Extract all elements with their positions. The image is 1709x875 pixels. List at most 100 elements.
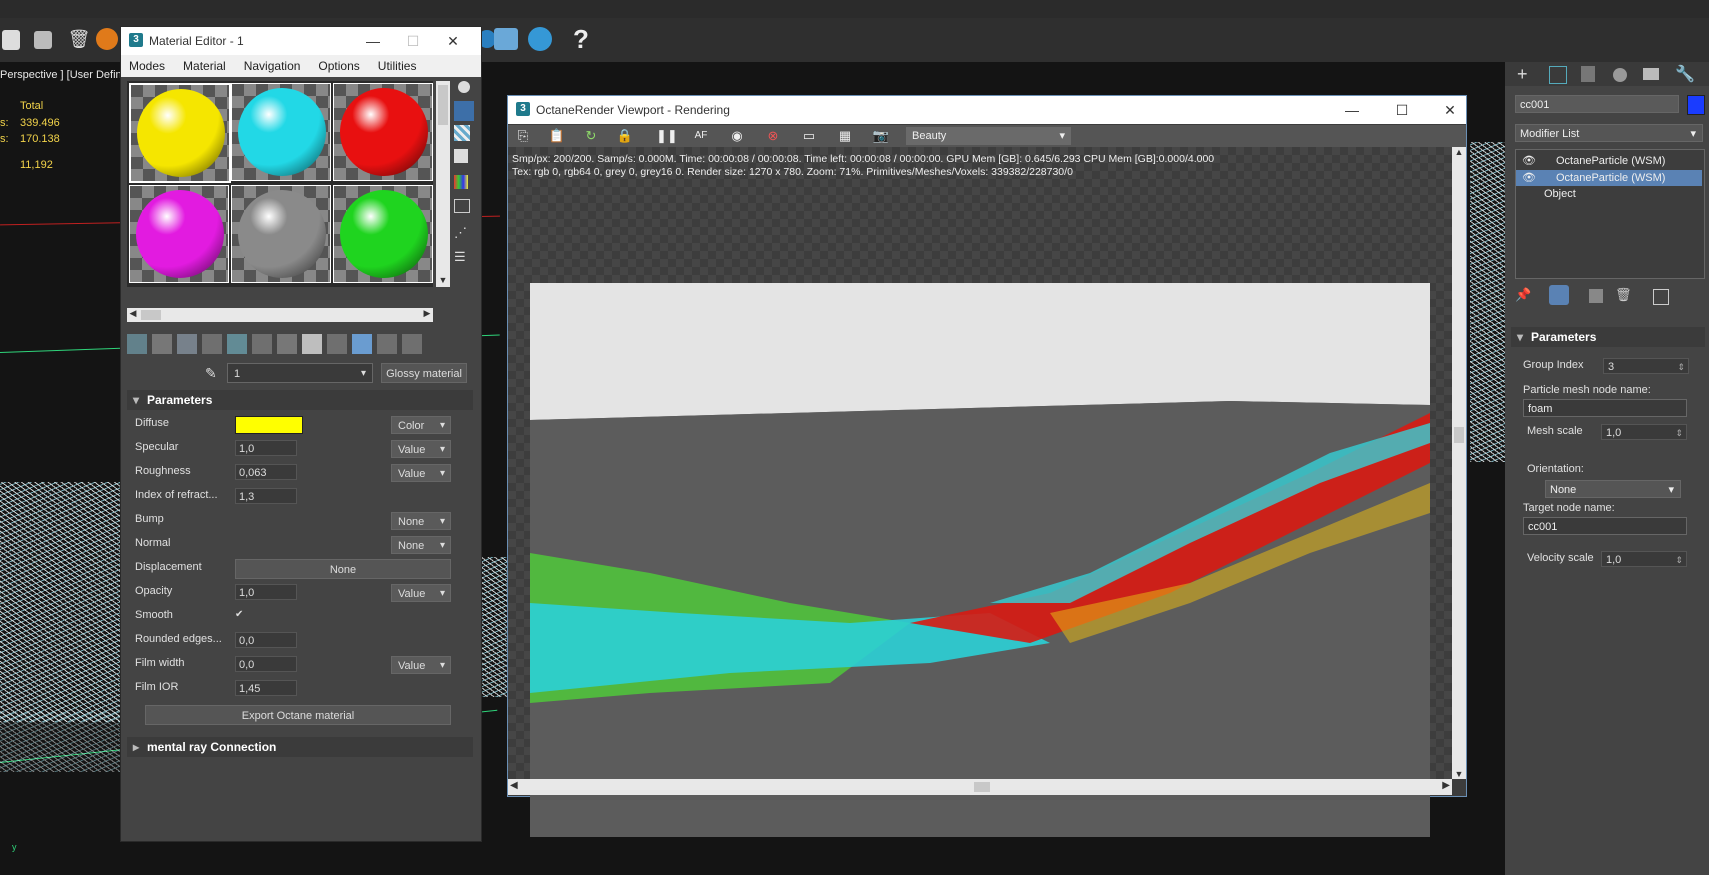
clay-mode-icon[interactable]: ⊗ [764, 127, 782, 145]
create-tab-icon[interactable]: + [1517, 64, 1528, 85]
opacity-spinner[interactable]: 1,0 [235, 584, 297, 600]
sample-sphere-icon[interactable] [458, 81, 470, 93]
motion-tab-icon[interactable] [1613, 68, 1627, 82]
maximize-icon[interactable]: ☐ [1392, 100, 1412, 120]
eye-icon[interactable]: 👁 [1522, 153, 1536, 169]
opacity-mode-dropdown[interactable]: Value [391, 584, 451, 603]
rounded-edges-spinner[interactable]: 0,0 [235, 632, 297, 648]
help-icon[interactable]: ? [568, 26, 594, 52]
scroll-down-icon[interactable]: ▼ [436, 275, 450, 285]
render-pass-dropdown[interactable]: Beauty [906, 127, 1071, 145]
film-width-mode-dropdown[interactable]: Value [391, 656, 451, 675]
close-icon[interactable]: ✕ [1440, 100, 1460, 120]
region-render-icon[interactable]: ▭ [800, 127, 818, 145]
menu-utilities[interactable]: Utilities [378, 59, 417, 73]
modify-tab-icon[interactable] [1549, 66, 1567, 84]
minimize-icon[interactable]: — [363, 31, 383, 51]
clipboard-icon[interactable]: 📋 [548, 127, 566, 145]
eyedropper-icon[interactable]: ✎ [205, 365, 217, 382]
film-width-spinner[interactable]: 0,0 [235, 656, 297, 672]
octane-titlebar[interactable]: 3 OctaneRender Viewport - Rendering — ☐ … [508, 96, 1466, 124]
mesh-scale-spinner[interactable]: 1,0 [1601, 424, 1687, 441]
make-unique-icon[interactable] [227, 334, 247, 354]
target-node-field[interactable]: cc001 [1523, 517, 1687, 535]
trash-icon[interactable]: 🗑 [66, 26, 92, 52]
material-type-button[interactable]: Glossy material [381, 363, 467, 383]
video-color-check-icon[interactable] [454, 175, 468, 189]
menu-options[interactable]: Options [318, 59, 359, 73]
octane-vertical-scrollbar[interactable]: ▲ ▼ [1452, 147, 1466, 779]
menu-material[interactable]: Material [183, 59, 226, 73]
scroll-right-icon[interactable]: ▶ [421, 308, 433, 319]
particle-mesh-field[interactable]: foam [1523, 399, 1687, 417]
wsm-parameters-rollout[interactable]: Parameters [1511, 327, 1705, 347]
stack-item-octaneparticle-1[interactable]: 👁 OctaneParticle (WSM) [1516, 153, 1702, 169]
camera-icon[interactable]: 📷 [872, 127, 890, 145]
reset-map-icon[interactable] [202, 334, 222, 354]
lock-icon[interactable]: 🔒 [616, 127, 634, 145]
remove-modifier-icon[interactable]: 🗑 [1615, 287, 1632, 303]
configure-sets-icon[interactable] [1653, 289, 1669, 305]
stop-icon[interactable] [34, 31, 52, 49]
orientation-dropdown[interactable]: None ▾ [1545, 480, 1681, 498]
specular-spinner[interactable]: 1,0 [235, 440, 297, 456]
maximize-icon[interactable]: ☐ [403, 31, 423, 51]
roughness-spinner[interactable]: 0,063 [235, 464, 297, 480]
specular-mode-dropdown[interactable]: Value [391, 440, 451, 459]
menu-modes[interactable]: Modes [129, 59, 165, 73]
object-color-swatch[interactable] [1687, 95, 1705, 115]
assign-to-selection-icon[interactable] [177, 334, 197, 354]
minimize-icon[interactable]: — [1342, 100, 1362, 120]
roughness-mode-dropdown[interactable]: Value [391, 464, 451, 483]
backlight-icon[interactable] [454, 101, 474, 121]
scroll-thumb[interactable] [141, 310, 161, 320]
slots-vertical-scrollbar[interactable]: ▼ [436, 81, 450, 287]
utilities-tab-icon[interactable]: 🔧 [1675, 64, 1695, 84]
object-name-field[interactable]: cc001 [1515, 95, 1679, 113]
normal-mode-dropdown[interactable]: None [391, 536, 451, 555]
show-end-result-icon[interactable] [327, 334, 347, 354]
checker-background-icon[interactable] [454, 125, 470, 141]
select-by-material-icon[interactable]: ⋰ [454, 225, 474, 245]
stack-item-octaneparticle-2[interactable]: 👁 OctaneParticle (WSM) [1516, 170, 1702, 186]
material-slot-2[interactable] [231, 83, 331, 181]
material-id-icon[interactable] [277, 334, 297, 354]
material-slot-6[interactable] [333, 185, 433, 283]
go-forward-sibling-icon[interactable] [377, 334, 397, 354]
material-map-navigator-icon[interactable]: ☰ [454, 249, 474, 269]
pin-stack-icon[interactable]: 📌 [1515, 287, 1531, 303]
ior-spinner[interactable]: 1,3 [235, 488, 297, 504]
group-index-spinner[interactable]: 3 [1603, 358, 1689, 375]
options-icon[interactable] [454, 199, 470, 213]
smooth-checkbox[interactable]: ✔ [235, 609, 243, 620]
show-end-result-icon[interactable] [1549, 285, 1569, 305]
material-name-field[interactable]: 1 ▾ [227, 363, 373, 383]
sample-uv-icon[interactable] [454, 149, 468, 163]
color-picker-icon[interactable]: ◉ [728, 127, 746, 145]
waves-icon[interactable] [494, 28, 518, 50]
scroll-thumb[interactable] [1454, 427, 1464, 443]
scroll-left-icon[interactable]: ◀ [510, 780, 518, 791]
material-slot-4[interactable] [129, 185, 229, 283]
material-slot-3[interactable] [333, 83, 433, 181]
material-slot-1[interactable] [129, 83, 231, 183]
put-to-scene-icon[interactable] [152, 334, 172, 354]
bump-mode-dropdown[interactable]: None [391, 512, 451, 531]
scroll-up-icon[interactable]: ▲ [1452, 147, 1466, 157]
octane-horizontal-scrollbar[interactable]: ◀ ▶ [508, 779, 1452, 795]
viewport-label[interactable]: Perspective ] [User Defined [0, 69, 134, 81]
pick-material-icon[interactable] [402, 334, 422, 354]
put-to-library-icon[interactable] [252, 334, 272, 354]
slots-horizontal-scrollbar[interactable]: ◀ ▶ [127, 308, 433, 322]
film-ior-spinner[interactable]: 1,45 [235, 680, 297, 696]
displacement-map-button[interactable]: None [235, 559, 451, 579]
parameters-rollout[interactable]: Parameters [127, 390, 473, 410]
diffuse-mode-dropdown[interactable]: Color [391, 416, 451, 435]
export-octane-material-button[interactable]: Export Octane material [145, 705, 451, 725]
autofocus-icon[interactable]: AF [692, 127, 710, 145]
scroll-right-icon[interactable]: ▶ [1442, 780, 1450, 791]
make-unique-icon[interactable] [1589, 289, 1603, 303]
sea-icon[interactable] [528, 27, 552, 51]
material-editor-titlebar[interactable]: 3 Material Editor - 1 — ☐ ✕ [121, 27, 481, 55]
velocity-scale-spinner[interactable]: 1,0 [1601, 551, 1687, 568]
